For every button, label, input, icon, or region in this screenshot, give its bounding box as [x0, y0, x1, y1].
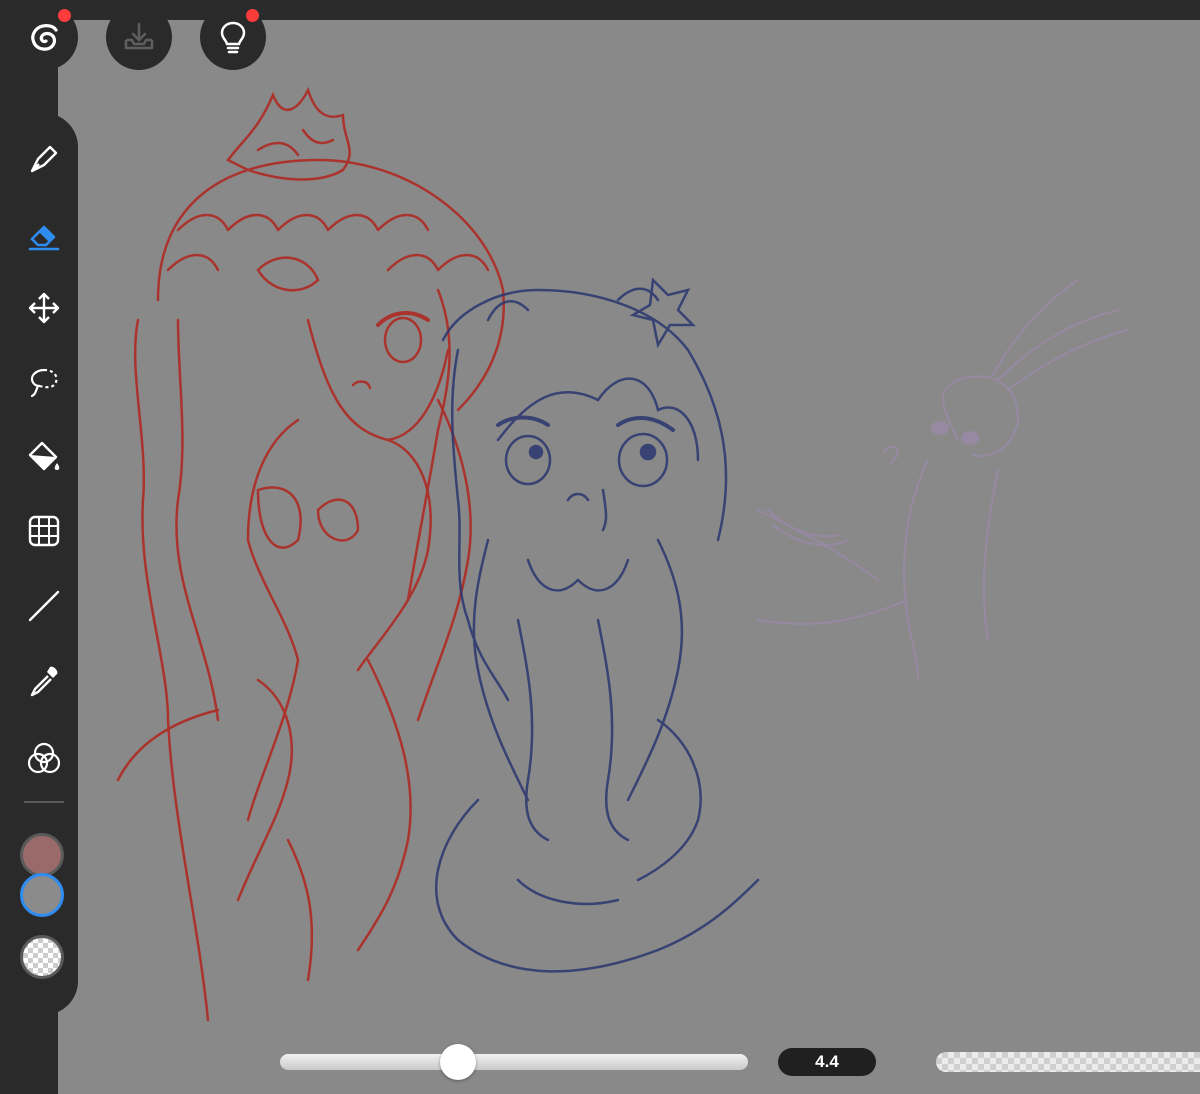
tool-eraser[interactable]: [24, 215, 64, 255]
transparent-color-swatch[interactable]: [20, 935, 64, 979]
sketch-artwork: [116, 86, 1129, 1022]
primary-color-swatch[interactable]: [20, 833, 64, 877]
grid-icon: [26, 513, 62, 549]
tool-transform[interactable]: [24, 511, 64, 551]
tips-button[interactable]: [200, 4, 266, 70]
notification-dot: [246, 9, 259, 22]
eraser-icon: [26, 217, 62, 253]
red-mermaid-sketch: [116, 86, 505, 1022]
blue-mermaid-sketch: [435, 277, 760, 973]
lasso-icon: [26, 364, 62, 400]
tool-move[interactable]: [24, 288, 64, 328]
top-bar: [0, 0, 1200, 20]
lightbulb-icon: [214, 18, 252, 56]
toolbar-divider: [24, 801, 64, 803]
move-icon: [26, 290, 62, 326]
tool-pen[interactable]: [24, 139, 64, 179]
eyedropper-icon: [26, 663, 62, 699]
brush-size-slider-thumb[interactable]: [439, 1044, 476, 1080]
bucket-icon: [26, 439, 62, 475]
line-icon: [26, 588, 62, 624]
brush-size-value[interactable]: 4.4: [778, 1048, 876, 1076]
tool-eyedropper[interactable]: [24, 661, 64, 701]
import-button[interactable]: [106, 4, 172, 70]
tool-palette: [10, 113, 78, 1015]
drawing-canvas[interactable]: [58, 20, 1200, 1094]
app-logo-icon: [26, 18, 64, 56]
brush-size-slider[interactable]: [280, 1054, 748, 1070]
notification-dot: [58, 9, 71, 22]
pen-icon: [26, 141, 62, 177]
tool-color-mix[interactable]: [24, 738, 64, 778]
opacity-slider[interactable]: [936, 1052, 1200, 1072]
color-mix-icon: [26, 740, 62, 776]
import-tray-icon: [120, 18, 158, 56]
tool-fill[interactable]: [24, 437, 64, 477]
tool-line[interactable]: [24, 586, 64, 626]
secondary-color-swatch[interactable]: [20, 873, 64, 917]
app-logo-button[interactable]: [12, 4, 78, 70]
tool-lasso[interactable]: [24, 362, 64, 402]
purple-creature-sketch: [757, 279, 1129, 681]
